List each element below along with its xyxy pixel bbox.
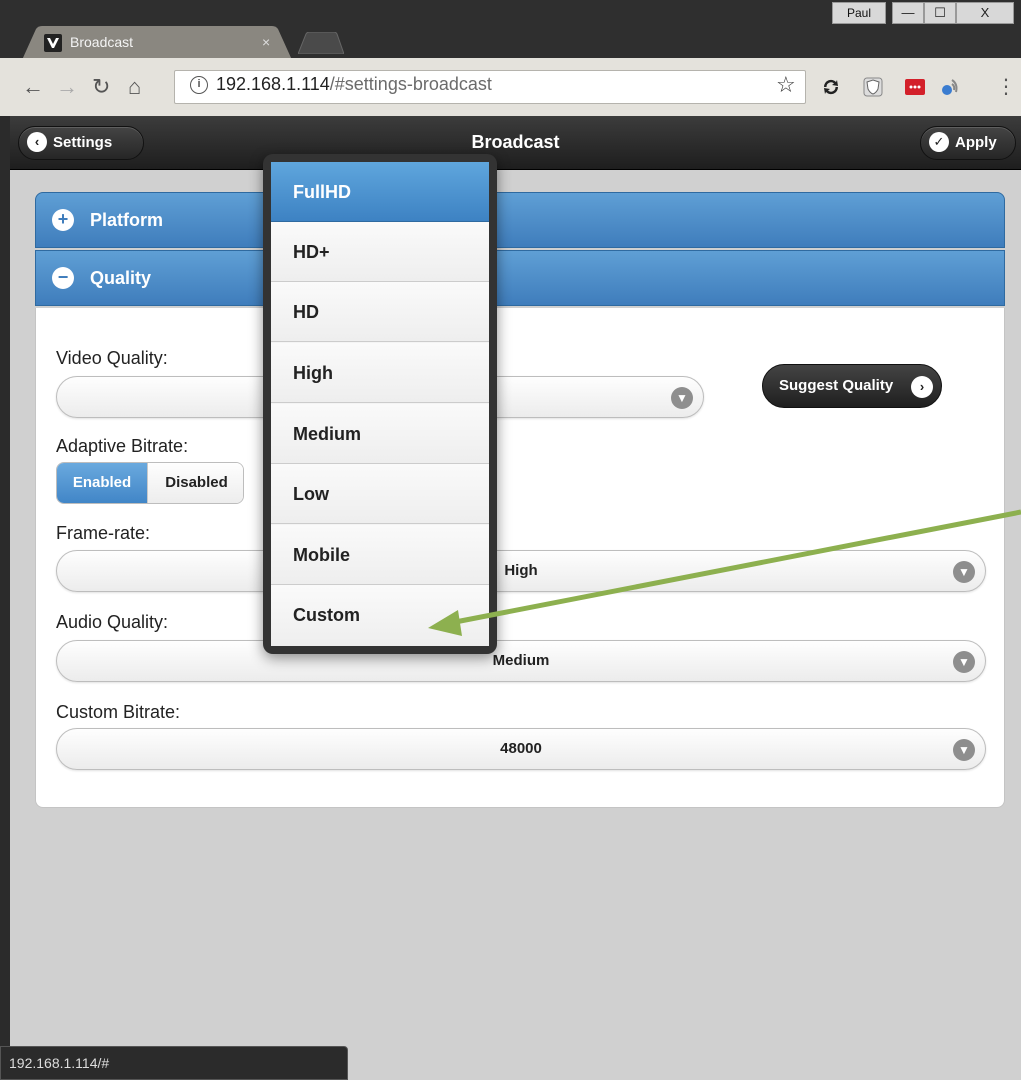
home-icon[interactable]: ⌂ xyxy=(128,74,141,100)
maximize-button[interactable]: ☐ xyxy=(924,2,956,24)
platform-section-label: Platform xyxy=(90,210,164,230)
menu-kebab-icon[interactable]: ⋮ xyxy=(996,74,1016,99)
shield-extension-icon[interactable] xyxy=(862,76,884,98)
apply-button[interactable]: ✓ Apply xyxy=(920,126,1016,160)
chevron-down-icon: ▼ xyxy=(953,561,975,583)
quality-section-label: Quality xyxy=(90,268,152,288)
dropdown-option-list: FullHD HD+ HD High Medium Low Mobile Cus… xyxy=(271,162,489,646)
site-favicon-icon xyxy=(44,34,62,52)
quality-section-header[interactable]: − Quality xyxy=(35,250,1005,306)
adaptive-disabled-button[interactable]: Disabled xyxy=(147,463,243,503)
dropdown-option-low[interactable]: Low xyxy=(271,464,489,524)
frame-rate-select[interactable]: High ▼ xyxy=(56,550,986,592)
frame-rate-value: High xyxy=(504,562,538,579)
frame-rate-label: Frame-rate: xyxy=(56,523,151,543)
close-window-button[interactable]: X xyxy=(956,2,1014,24)
custom-bitrate-value: 48000 xyxy=(500,740,542,757)
settings-back-label: Settings xyxy=(53,134,113,151)
settings-back-button[interactable]: ‹ Settings xyxy=(18,126,144,160)
tab-close-icon[interactable]: × xyxy=(262,34,270,50)
plus-icon: + xyxy=(52,209,74,231)
dropdown-option-hdplus[interactable]: HD+ xyxy=(271,222,489,282)
site-info-icon[interactable]: i xyxy=(190,76,208,94)
page-title: Broadcast xyxy=(471,132,560,152)
password-extension-icon[interactable] xyxy=(904,76,926,98)
chevron-down-icon: ▼ xyxy=(953,651,975,673)
apply-label: Apply xyxy=(955,134,997,151)
browser-window: Broadcast × Paul — ☐ X ← → ↻ ⌂ i 192.168… xyxy=(0,0,1021,1080)
reload-icon[interactable]: ↻ xyxy=(92,74,110,100)
chevron-left-icon: ‹ xyxy=(27,132,47,153)
chevron-down-icon: ▼ xyxy=(953,739,975,761)
sync-extension-icon[interactable] xyxy=(820,76,842,98)
custom-bitrate-select[interactable]: 48000 ▼ xyxy=(56,728,986,770)
back-arrow-icon[interactable]: ← xyxy=(22,74,44,100)
status-bar-url: 192.168.1.114/# xyxy=(0,1046,348,1080)
adaptive-enabled-button[interactable]: Enabled xyxy=(57,463,147,503)
chevron-down-icon: ▼ xyxy=(671,387,693,409)
dropdown-option-mobile[interactable]: Mobile xyxy=(271,525,489,585)
audio-quality-value: Medium xyxy=(492,652,550,669)
profile-button[interactable]: Paul xyxy=(832,2,886,24)
browser-tab[interactable] xyxy=(22,26,292,60)
forward-arrow-icon[interactable]: → xyxy=(56,74,78,100)
platform-section-header[interactable]: + Platform xyxy=(35,192,1005,248)
minimize-button[interactable]: — xyxy=(892,2,924,24)
dropdown-option-medium[interactable]: Medium xyxy=(271,404,489,464)
dropdown-option-hd[interactable]: HD xyxy=(271,282,489,342)
adaptive-bitrate-label: Adaptive Bitrate: xyxy=(56,436,189,456)
video-quality-dropdown: FullHD HD+ HD High Medium Low Mobile Cus… xyxy=(263,154,497,654)
content-area: + Platform − Quality Video Quality: ▼ Su… xyxy=(10,170,1021,1046)
suggest-quality-button[interactable]: Suggest Quality › xyxy=(762,364,942,408)
chevron-right-icon: › xyxy=(911,376,933,398)
tab-title: Broadcast xyxy=(70,34,134,50)
custom-bitrate-label: Custom Bitrate: xyxy=(56,702,181,722)
check-icon: ✓ xyxy=(929,132,949,153)
dropdown-option-custom[interactable]: Custom xyxy=(271,585,489,646)
video-quality-label: Video Quality: xyxy=(56,348,168,368)
wifi-extension-icon[interactable] xyxy=(938,76,960,98)
dropdown-option-high[interactable]: High xyxy=(271,343,489,403)
address-url[interactable]: 192.168.1.114/#settings-broadcast xyxy=(216,74,492,95)
audio-quality-label: Audio Quality: xyxy=(56,612,169,632)
adaptive-bitrate-toggle: Enabled Disabled xyxy=(56,462,244,504)
dropdown-option-fullhd[interactable]: FullHD xyxy=(271,162,489,222)
minus-icon: − xyxy=(52,267,74,289)
app-header: Broadcast ‹ Settings ✓ Apply xyxy=(10,116,1021,170)
new-tab-button[interactable] xyxy=(298,32,344,54)
bookmark-star-icon[interactable]: ☆ xyxy=(776,72,796,98)
suggest-quality-label: Suggest Quality xyxy=(779,377,894,394)
audio-quality-select[interactable]: Medium ▼ xyxy=(56,640,986,682)
